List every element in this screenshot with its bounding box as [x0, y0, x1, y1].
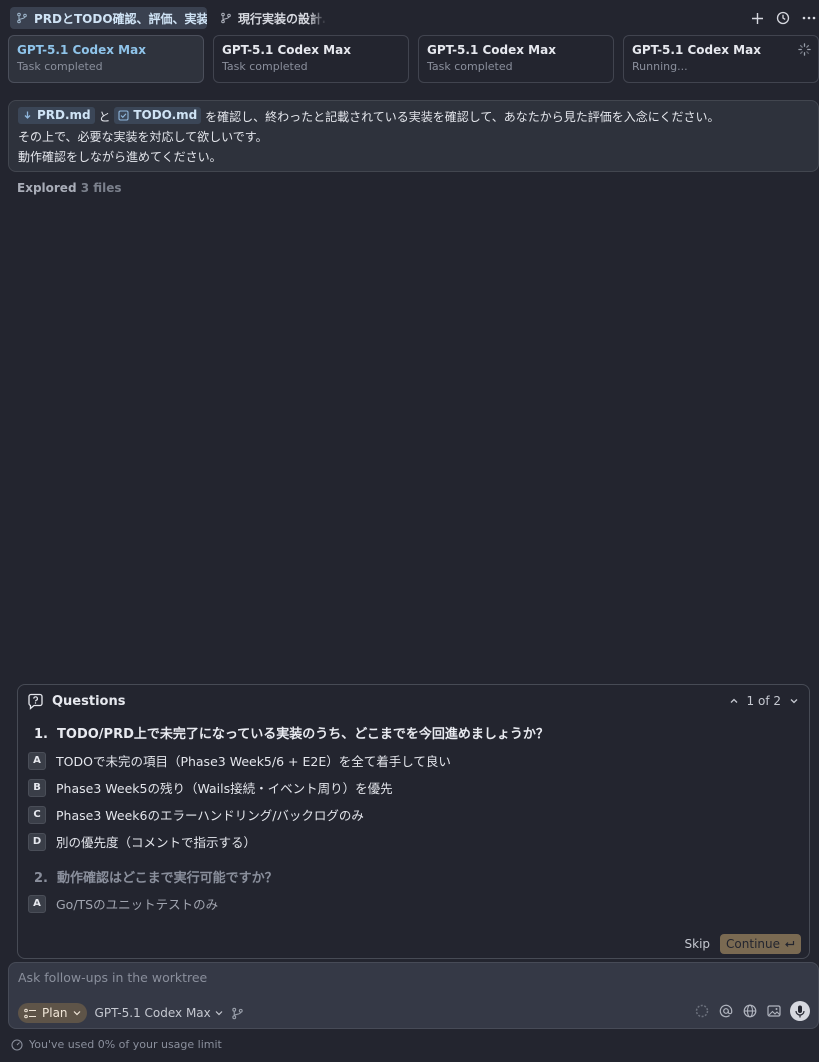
- plan-mode-button[interactable]: Plan: [18, 1003, 87, 1023]
- chip-label: PRD.md: [37, 108, 91, 122]
- task-status: Running...: [632, 60, 688, 73]
- pager-label: 1 of 2: [746, 694, 781, 708]
- question-actions: Skip Continue: [685, 934, 801, 954]
- chevron-down-icon: [73, 1011, 80, 1016]
- continue-button[interactable]: Continue: [720, 934, 801, 954]
- enter-key-icon: [785, 940, 795, 947]
- prompt-line-1: PRD.md と TODO.md を確認し、終わったと記載されている実装を確認し…: [18, 107, 809, 127]
- option-text: 別の優先度（コメントで指示する）: [56, 835, 257, 850]
- question-2-option-a[interactable]: A Go/TSのユニットテストのみ: [28, 894, 218, 913]
- gauge-icon: [11, 1038, 23, 1051]
- tab-label: PRDとTODO確認、評価、実装: [34, 11, 207, 26]
- composer-controls: Plan GPT-5.1 Codex Max: [18, 1003, 244, 1023]
- tab-current-impl[interactable]: 現行実装の設計…: [214, 7, 326, 29]
- option-key: D: [28, 832, 46, 851]
- image-icon[interactable]: [766, 1003, 782, 1019]
- task-status: Task completed: [17, 60, 103, 73]
- context-progress-icon[interactable]: [694, 1003, 710, 1019]
- questions-title: Questions: [52, 694, 126, 709]
- top-bar: PRDとTODO確認、評価、実装 現行実装の設計…: [0, 0, 819, 35]
- plan-label: Plan: [42, 1006, 68, 1020]
- question-1-title: 1. TODO/PRD上で未完了になっている実装のうち、どこまでを今回進めましょ…: [34, 727, 549, 742]
- explored-label: Explored: [17, 181, 77, 195]
- tab-prd-todo[interactable]: PRDとTODO確認、評価、実装: [10, 7, 207, 29]
- composer: Ask follow-ups in the worktree Plan GPT-…: [8, 962, 819, 1029]
- follow-up-input[interactable]: Ask follow-ups in the worktree: [18, 970, 207, 985]
- mention-icon[interactable]: [718, 1003, 734, 1019]
- continue-label: Continue: [726, 937, 780, 951]
- usage-text: You've used 0% of your usage limit: [29, 1038, 222, 1051]
- model-label: GPT-5.1 Codex Max: [94, 1006, 211, 1020]
- prompt-text: を確認し、終わったと記載されている実装を確認して、あなたから見た評価を入念にくだ…: [205, 110, 720, 124]
- questions-header: Questions: [27, 693, 125, 710]
- microphone-button[interactable]: [790, 1001, 810, 1021]
- option-text: Go/TSのユニットテストのみ: [56, 897, 219, 912]
- questions-panel: Questions 1 of 2 1. TODO/PRD上で未完了になっている実…: [17, 684, 810, 959]
- chevron-up-icon[interactable]: [729, 696, 739, 706]
- model-card-4[interactable]: GPT-5.1 Codex Max Running...: [623, 35, 819, 83]
- explored-count: 3 files: [80, 181, 122, 195]
- option-key: A: [28, 751, 46, 770]
- plus-icon[interactable]: [747, 8, 767, 28]
- skip-button[interactable]: Skip: [685, 937, 711, 951]
- user-prompt: PRD.md と TODO.md を確認し、終わったと記載されている実装を確認し…: [8, 100, 819, 172]
- branch-icon: [221, 12, 231, 24]
- history-icon[interactable]: [773, 8, 793, 28]
- question-pager: 1 of 2: [729, 694, 799, 708]
- model-name: GPT-5.1 Codex Max: [427, 43, 556, 57]
- globe-icon[interactable]: [742, 1003, 758, 1019]
- model-card-3[interactable]: GPT-5.1 Codex Max Task completed: [418, 35, 614, 83]
- question-1-option-d[interactable]: D 別の優先度（コメントで指示する）: [28, 832, 256, 851]
- file-chip-todo[interactable]: TODO.md: [114, 107, 202, 124]
- checkbox-file-icon: [118, 110, 129, 121]
- markdown-file-icon: [24, 111, 31, 119]
- question-bubble-icon: [28, 693, 43, 710]
- chevron-down-icon: [215, 1011, 223, 1016]
- option-key: B: [28, 778, 46, 797]
- task-status: Task completed: [427, 60, 513, 73]
- model-selector[interactable]: GPT-5.1 Codex Max: [95, 1006, 223, 1020]
- more-icon[interactable]: [799, 8, 819, 28]
- question-2-title: 2. 動作確認はどこまで実行可能ですか？: [34, 871, 278, 886]
- option-key: A: [28, 894, 46, 913]
- question-1-option-c[interactable]: C Phase3 Week6のエラーハンドリング/バックログのみ: [28, 805, 364, 824]
- question-1-option-b[interactable]: B Phase3 Week5の残り（Wails接続・イベント周り）を優先: [28, 778, 393, 797]
- branch-icon[interactable]: [231, 1007, 244, 1020]
- tab-label: 現行実装の設計…: [238, 11, 326, 26]
- prompt-line-3: 動作確認をしながら進めてください。: [18, 150, 222, 164]
- model-card-1[interactable]: GPT-5.1 Codex Max Task completed: [8, 35, 204, 83]
- option-text: Phase3 Week6のエラーハンドリング/バックログのみ: [56, 808, 364, 823]
- chevron-down-icon[interactable]: [789, 696, 799, 706]
- connector-text: と: [98, 110, 111, 124]
- chip-label: TODO.md: [133, 108, 198, 122]
- explored-summary[interactable]: Explored 3 files: [17, 181, 122, 195]
- top-actions: [747, 8, 819, 28]
- option-text: Phase3 Week5の残り（Wails接続・イベント周り）を優先: [56, 781, 393, 796]
- question-1-option-a[interactable]: A TODOで未完の項目（Phase3 Week5/6 + E2E）を全て着手し…: [28, 751, 451, 770]
- branch-icon: [17, 12, 27, 24]
- composer-tools: [694, 1001, 810, 1021]
- model-name: GPT-5.1 Codex Max: [632, 43, 761, 57]
- model-cards: GPT-5.1 Codex Max Task completed GPT-5.1…: [8, 35, 819, 83]
- model-card-2[interactable]: GPT-5.1 Codex Max Task completed: [213, 35, 409, 83]
- model-name: GPT-5.1 Codex Max: [17, 43, 146, 57]
- task-status: Task completed: [222, 60, 308, 73]
- option-key: C: [28, 805, 46, 824]
- model-name: GPT-5.1 Codex Max: [222, 43, 351, 57]
- spinner-icon: [798, 43, 811, 56]
- usage-notice: You've used 0% of your usage limit: [11, 1038, 222, 1051]
- prompt-line-2: その上で、必要な実装を対応して欲しいです。: [18, 130, 268, 144]
- file-chip-prd[interactable]: PRD.md: [18, 107, 95, 124]
- microphone-icon: [795, 1005, 805, 1017]
- option-text: TODOで未完の項目（Phase3 Week5/6 + E2E）を全て着手して良…: [56, 754, 451, 769]
- plan-list-icon: [24, 1008, 36, 1018]
